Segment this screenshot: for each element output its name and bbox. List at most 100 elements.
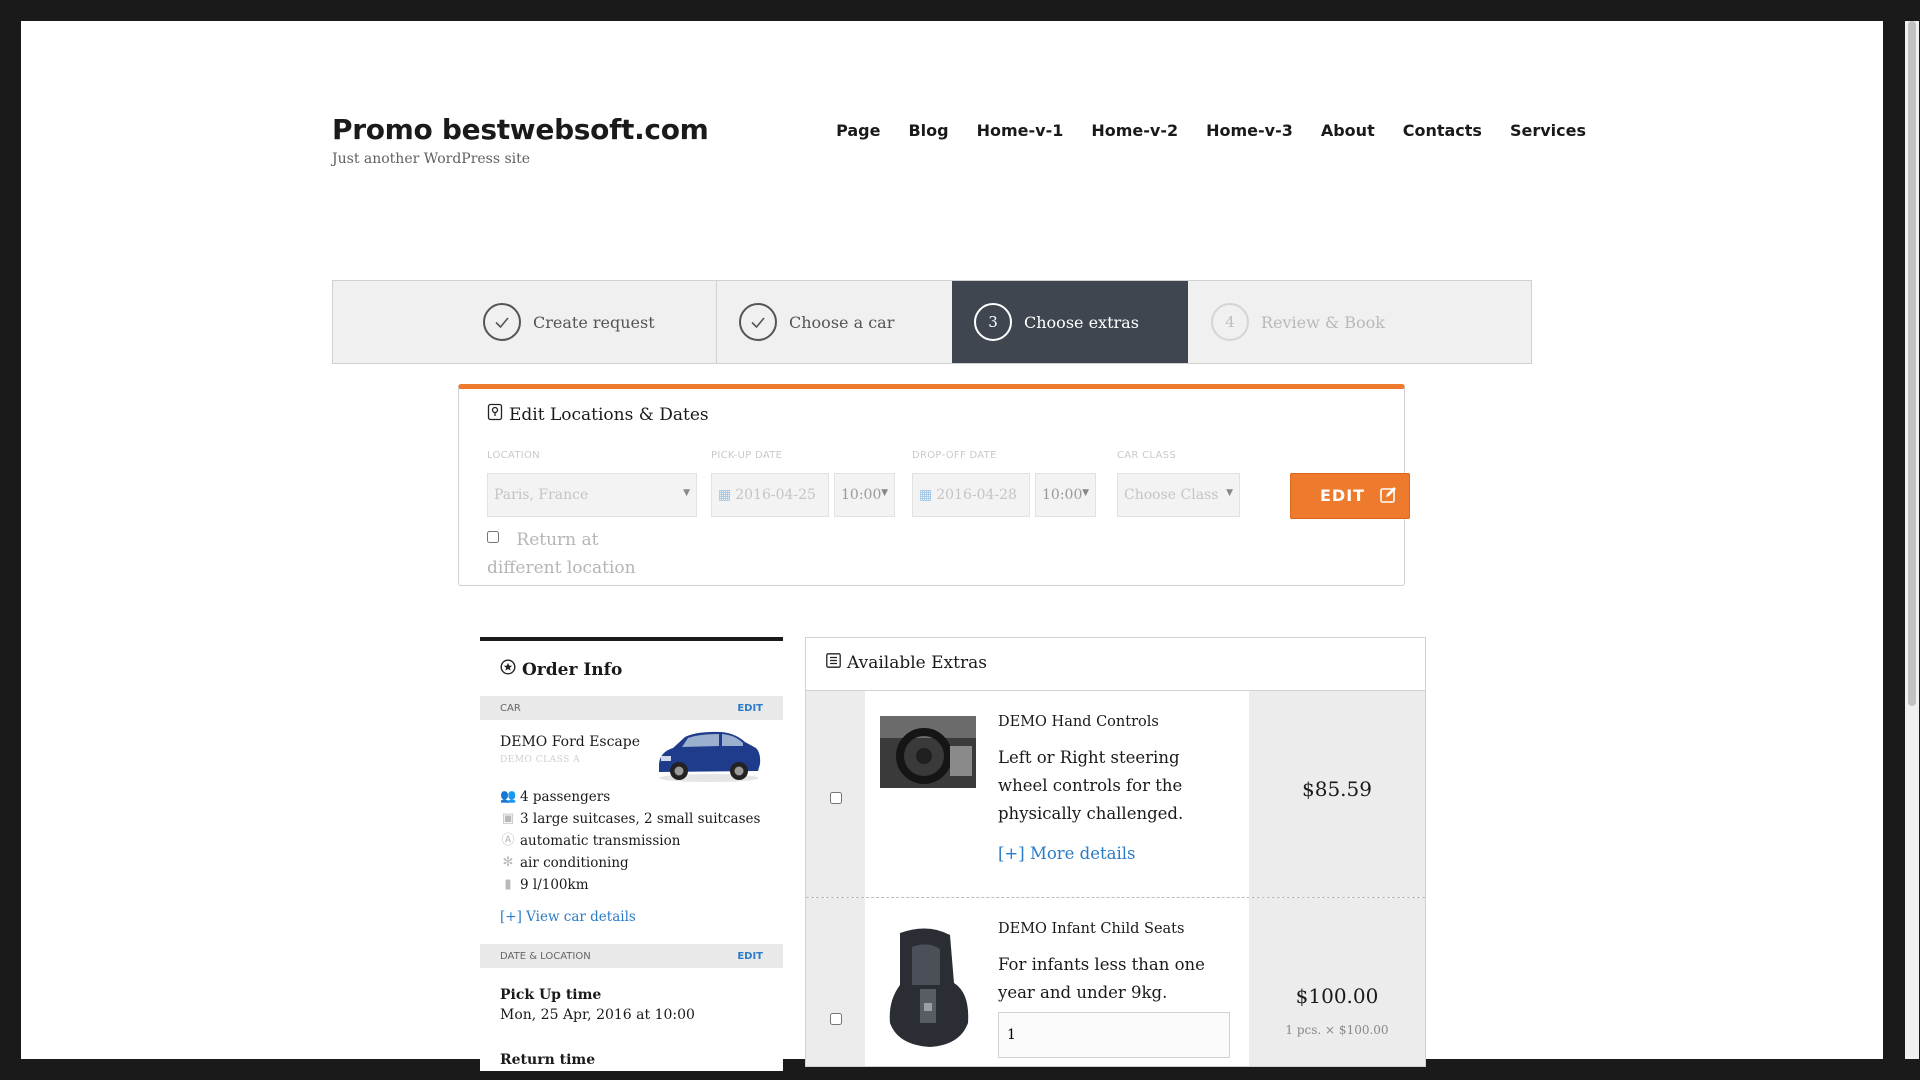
step-choose-car[interactable]: Choose a car bbox=[739, 281, 894, 363]
extra-check-cell bbox=[806, 691, 865, 897]
star-circle-icon bbox=[500, 659, 516, 680]
view-car-details-link[interactable]: [+] View car details bbox=[500, 909, 636, 925]
available-extras-panel: Available Extras DEMO Hand Controls Left… bbox=[805, 637, 1426, 1067]
feature-text: 9 l/100km bbox=[520, 877, 589, 893]
nav-item-contacts[interactable]: Contacts bbox=[1403, 121, 1482, 140]
transmission-icon: Ⓐ bbox=[501, 833, 515, 848]
extra-price-cell: $100.00 1 pcs. × $100.00 bbox=[1249, 898, 1425, 1066]
extra-name: DEMO Infant Child Seats bbox=[998, 921, 1185, 937]
nav-item-about[interactable]: About bbox=[1321, 121, 1375, 140]
date-location-label: DATE & LOCATION bbox=[500, 950, 591, 962]
step-label: Review & Book bbox=[1261, 312, 1385, 332]
edit-date-location-link[interactable]: EDIT bbox=[737, 951, 763, 962]
feature-text: automatic transmission bbox=[520, 833, 681, 849]
dropoff-date-value: 2016-04-28 bbox=[936, 487, 1017, 503]
caret-down-icon: ▼ bbox=[881, 488, 888, 498]
feature-text: air conditioning bbox=[520, 855, 629, 871]
nav-item-home-v-3[interactable]: Home-v-3 bbox=[1206, 121, 1293, 140]
date-location-bar: DATE & LOCATION EDIT bbox=[480, 944, 783, 968]
edit-car-link[interactable]: EDIT bbox=[737, 703, 763, 714]
edit-search-button[interactable]: EDIT bbox=[1290, 473, 1410, 519]
extra-quantity-input[interactable] bbox=[998, 1012, 1230, 1058]
pickup-date-value: 2016-04-25 bbox=[735, 487, 816, 503]
feature-passengers: 👥 4 passengers bbox=[500, 786, 760, 808]
car-class-label: CAR CLASS bbox=[1117, 450, 1176, 461]
car-section-label: CAR bbox=[500, 702, 521, 714]
main-nav: Page Blog Home-v-1 Home-v-2 Home-v-3 Abo… bbox=[836, 121, 1586, 140]
caret-down-icon: ▼ bbox=[1226, 488, 1233, 498]
caret-down-icon: ▼ bbox=[1082, 488, 1089, 498]
car-class-placeholder: Choose Class bbox=[1124, 487, 1219, 503]
nav-item-page[interactable]: Page bbox=[836, 121, 880, 140]
edit-locations-panel: Edit Locations & Dates LOCATION Paris, F… bbox=[458, 384, 1410, 586]
calendar-icon: ▦ bbox=[919, 487, 933, 503]
location-label: LOCATION bbox=[487, 450, 540, 461]
nav-item-home-v-1[interactable]: Home-v-1 bbox=[977, 121, 1064, 140]
car-class-select[interactable]: Choose Class ▼ bbox=[1117, 473, 1240, 517]
hand-controls-image bbox=[880, 716, 976, 788]
edit-icon bbox=[1380, 486, 1397, 507]
pickup-time-label: Pick Up time bbox=[500, 987, 602, 1003]
car-image bbox=[655, 726, 763, 784]
step-choose-extras[interactable]: 3 Choose extras bbox=[952, 281, 1188, 363]
extra-price: $100.00 bbox=[1295, 984, 1379, 1008]
feature-fuel: ▮ 9 l/100km bbox=[500, 874, 760, 896]
car-section-bar: CAR EDIT bbox=[480, 696, 783, 720]
dropoff-time-select[interactable]: 10:00 ▼ bbox=[1035, 473, 1096, 517]
scrollbar[interactable] bbox=[1905, 21, 1919, 1059]
more-details-link[interactable]: [+] More details bbox=[998, 844, 1136, 863]
map-pin-icon bbox=[487, 403, 503, 426]
step-create-request[interactable]: Create request bbox=[483, 281, 655, 363]
pickup-time-select[interactable]: 10:00 ▼ bbox=[834, 473, 895, 517]
edit-button-label: EDIT bbox=[1320, 486, 1366, 505]
car-class: DEMO CLASS A bbox=[500, 755, 581, 765]
dropoff-date-label: DROP-OFF DATE bbox=[912, 450, 997, 461]
pickup-time-value: Mon, 25 Apr, 2016 at 10:00 bbox=[500, 1007, 695, 1023]
passengers-icon: 👥 bbox=[500, 789, 517, 804]
step-number: 3 bbox=[974, 303, 1012, 341]
feature-transmission: Ⓐautomatic transmission bbox=[500, 830, 760, 852]
step-divider bbox=[716, 281, 717, 363]
step-review-book[interactable]: 4 Review & Book bbox=[1211, 281, 1385, 363]
order-info-title: Order Info bbox=[500, 659, 622, 680]
extra-checkbox-infant-seats[interactable] bbox=[830, 1013, 842, 1025]
fuel-icon: ▮ bbox=[504, 877, 512, 892]
return-time-label: Return time bbox=[500, 1052, 596, 1068]
calendar-icon: ▦ bbox=[718, 487, 732, 503]
extra-description: For infants less than one year and under… bbox=[998, 955, 1205, 1002]
extra-price-cell: $85.59 bbox=[1249, 691, 1425, 897]
step-label: Choose extras bbox=[1024, 312, 1139, 332]
location-value: Paris, France bbox=[494, 487, 589, 503]
feature-suitcases: ▣ 3 large suitcases, 2 small suitcases bbox=[500, 808, 761, 830]
pickup-date-input[interactable]: ▦ 2016-04-25 bbox=[711, 473, 829, 517]
order-info-title-text: Order Info bbox=[522, 659, 623, 680]
extra-check-cell bbox=[806, 898, 865, 1066]
nav-item-services[interactable]: Services bbox=[1510, 121, 1586, 140]
panel-title: Edit Locations & Dates bbox=[487, 403, 709, 426]
booking-steps: Create request Choose a car 3 Choose ext… bbox=[332, 280, 1532, 364]
extra-checkbox-hand-controls[interactable] bbox=[830, 792, 842, 804]
extra-price-detail: 1 pcs. × $100.00 bbox=[1285, 1023, 1389, 1037]
site-description: Just another WordPress site bbox=[332, 151, 531, 167]
order-info-panel: Order Info CAR EDIT DEMO Ford Escape DEM… bbox=[480, 637, 783, 1071]
check-icon bbox=[483, 303, 521, 341]
snowflake-icon: ✻ bbox=[502, 855, 514, 870]
caret-down-icon: ▼ bbox=[683, 488, 690, 498]
dropoff-date-input[interactable]: ▦ 2016-04-28 bbox=[912, 473, 1030, 517]
check-icon bbox=[739, 303, 777, 341]
car-name: DEMO Ford Escape bbox=[500, 734, 641, 750]
nav-item-blog[interactable]: Blog bbox=[908, 121, 948, 140]
scrollbar-thumb[interactable] bbox=[1908, 21, 1916, 706]
nav-item-home-v-2[interactable]: Home-v-2 bbox=[1091, 121, 1178, 140]
return-different-label: Return at different location bbox=[487, 530, 636, 578]
location-select[interactable]: Paris, France ▼ bbox=[487, 473, 697, 517]
pickup-date-label: PICK-UP DATE bbox=[711, 450, 783, 461]
site-title[interactable]: Promo bestwebsoft.com bbox=[332, 113, 709, 146]
car-features-list: 👥 4 passengers ▣ 3 large suitcases, 2 smal… bbox=[500, 786, 760, 896]
feature-text: 4 passengers bbox=[520, 789, 611, 805]
list-icon bbox=[826, 653, 841, 673]
return-different-location[interactable]: Return at different location bbox=[487, 526, 677, 582]
extra-row-infant-seats: DEMO Infant Child Seats For infants less… bbox=[806, 898, 1425, 1066]
panel-title-text: Edit Locations & Dates bbox=[509, 404, 709, 425]
return-different-checkbox[interactable] bbox=[487, 531, 499, 543]
